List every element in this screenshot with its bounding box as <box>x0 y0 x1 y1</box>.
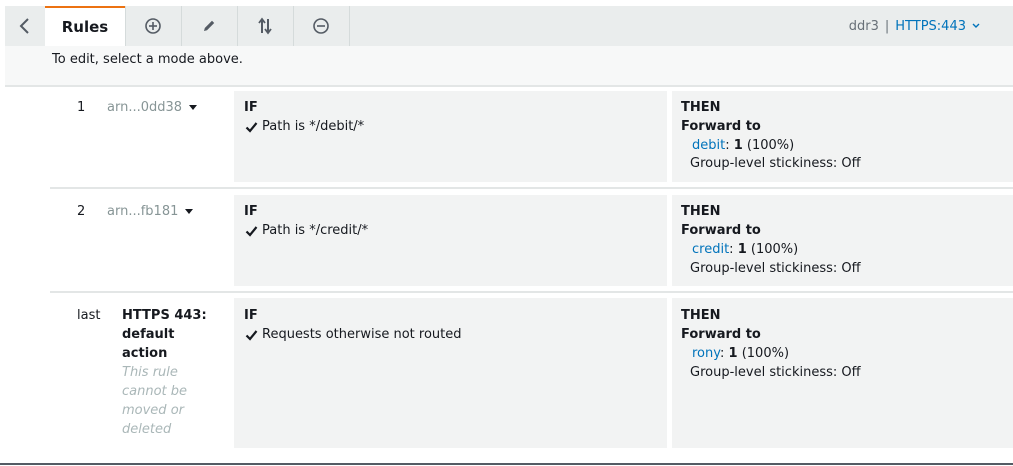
rule-condition: Path is */debit/* <box>245 119 364 134</box>
listener-name[interactable]: HTTPS:443 <box>895 19 966 34</box>
condition-text: Path is */debit/* <box>262 119 365 134</box>
action-label: Forward to <box>681 327 761 342</box>
rule-arn: arn...fb181 <box>107 204 179 219</box>
chevron-down-icon <box>972 23 980 28</box>
bottom-border <box>0 463 1013 465</box>
rule-condition: Path is */credit/* <box>245 223 368 238</box>
row-divider <box>50 291 1013 293</box>
checkmark-icon <box>245 121 258 133</box>
rule-number: 2 <box>77 204 86 219</box>
target-weight: 1 <box>728 346 738 361</box>
condition-text: Requests otherwise not routed <box>262 327 462 342</box>
then-label: THEN <box>681 308 721 323</box>
if-label: IF <box>244 308 258 323</box>
default-action-note: This rule cannot be moved or deleted <box>122 365 188 437</box>
checkmark-icon <box>245 225 258 237</box>
caret-down-icon <box>185 209 194 214</box>
action-label: Forward to <box>681 119 761 134</box>
chevron-left-icon <box>19 18 29 34</box>
listener-selector[interactable]: ddr3 | HTTPS:443 <box>849 6 981 46</box>
target-group-link[interactable]: credit <box>692 242 729 257</box>
rule-condition: Requests otherwise not routed <box>245 327 462 342</box>
rule-arn-dropdown[interactable]: arn...fb181 <box>107 204 194 219</box>
caret-down-icon <box>189 105 198 110</box>
forward-target: credit: 1 (100%) <box>692 242 799 257</box>
add-rule-button[interactable] <box>125 6 181 46</box>
rule-if-cell <box>234 298 667 448</box>
target-group-link[interactable]: debit <box>692 138 725 153</box>
stickiness-text: Group-level stickiness: Off <box>690 365 861 380</box>
checkmark-icon <box>245 329 258 341</box>
rule-number: last <box>77 308 101 323</box>
rule-number: 1 <box>77 100 86 115</box>
if-label: IF <box>244 204 258 219</box>
target-percent: (100%) <box>750 242 799 257</box>
tab-rules-label: Rules <box>61 18 109 36</box>
target-percent: (100%) <box>741 346 790 361</box>
rules-toolbar: Rules ddr3 | HTTPS:443 <box>5 6 1013 46</box>
action-label: Forward to <box>681 223 761 238</box>
back-button[interactable] <box>5 6 45 46</box>
edit-hint-text: To edit, select a mode above. <box>52 52 243 67</box>
row-divider <box>50 187 1013 189</box>
plus-circle-icon <box>145 18 161 34</box>
forward-target: debit: 1 (100%) <box>692 138 795 153</box>
default-action-label: HTTPS 443: default action <box>122 308 207 361</box>
minus-circle-icon <box>313 18 329 34</box>
rule-if-cell <box>234 91 667 182</box>
then-label: THEN <box>681 204 721 219</box>
target-percent: (100%) <box>746 138 795 153</box>
rule-arn-dropdown[interactable]: arn...0dd38 <box>107 100 198 115</box>
condition-text: Path is */credit/* <box>262 223 369 238</box>
then-label: THEN <box>681 100 721 115</box>
forward-target: rony: 1 (100%) <box>692 346 790 361</box>
stickiness-text: Group-level stickiness: Off <box>690 156 861 171</box>
delete-rules-button[interactable] <box>293 6 349 46</box>
rule-if-cell <box>234 195 667 286</box>
edit-rules-button[interactable] <box>181 6 237 46</box>
if-label: IF <box>244 100 258 115</box>
stickiness-text: Group-level stickiness: Off <box>690 261 861 276</box>
edit-hint-bar: To edit, select a mode above. <box>5 46 1013 87</box>
target-group-link[interactable]: rony <box>692 346 720 361</box>
load-balancer-name: ddr3 <box>848 18 879 34</box>
target-weight: 1 <box>737 242 747 257</box>
reorder-arrows-icon <box>258 17 272 35</box>
tab-rules[interactable]: Rules <box>45 6 125 46</box>
pencil-icon <box>204 20 215 31</box>
breadcrumb-separator: | <box>884 18 890 34</box>
rule-arn: arn...0dd38 <box>107 100 183 115</box>
reorder-rules-button[interactable] <box>237 6 293 46</box>
target-weight: 1 <box>733 138 743 153</box>
